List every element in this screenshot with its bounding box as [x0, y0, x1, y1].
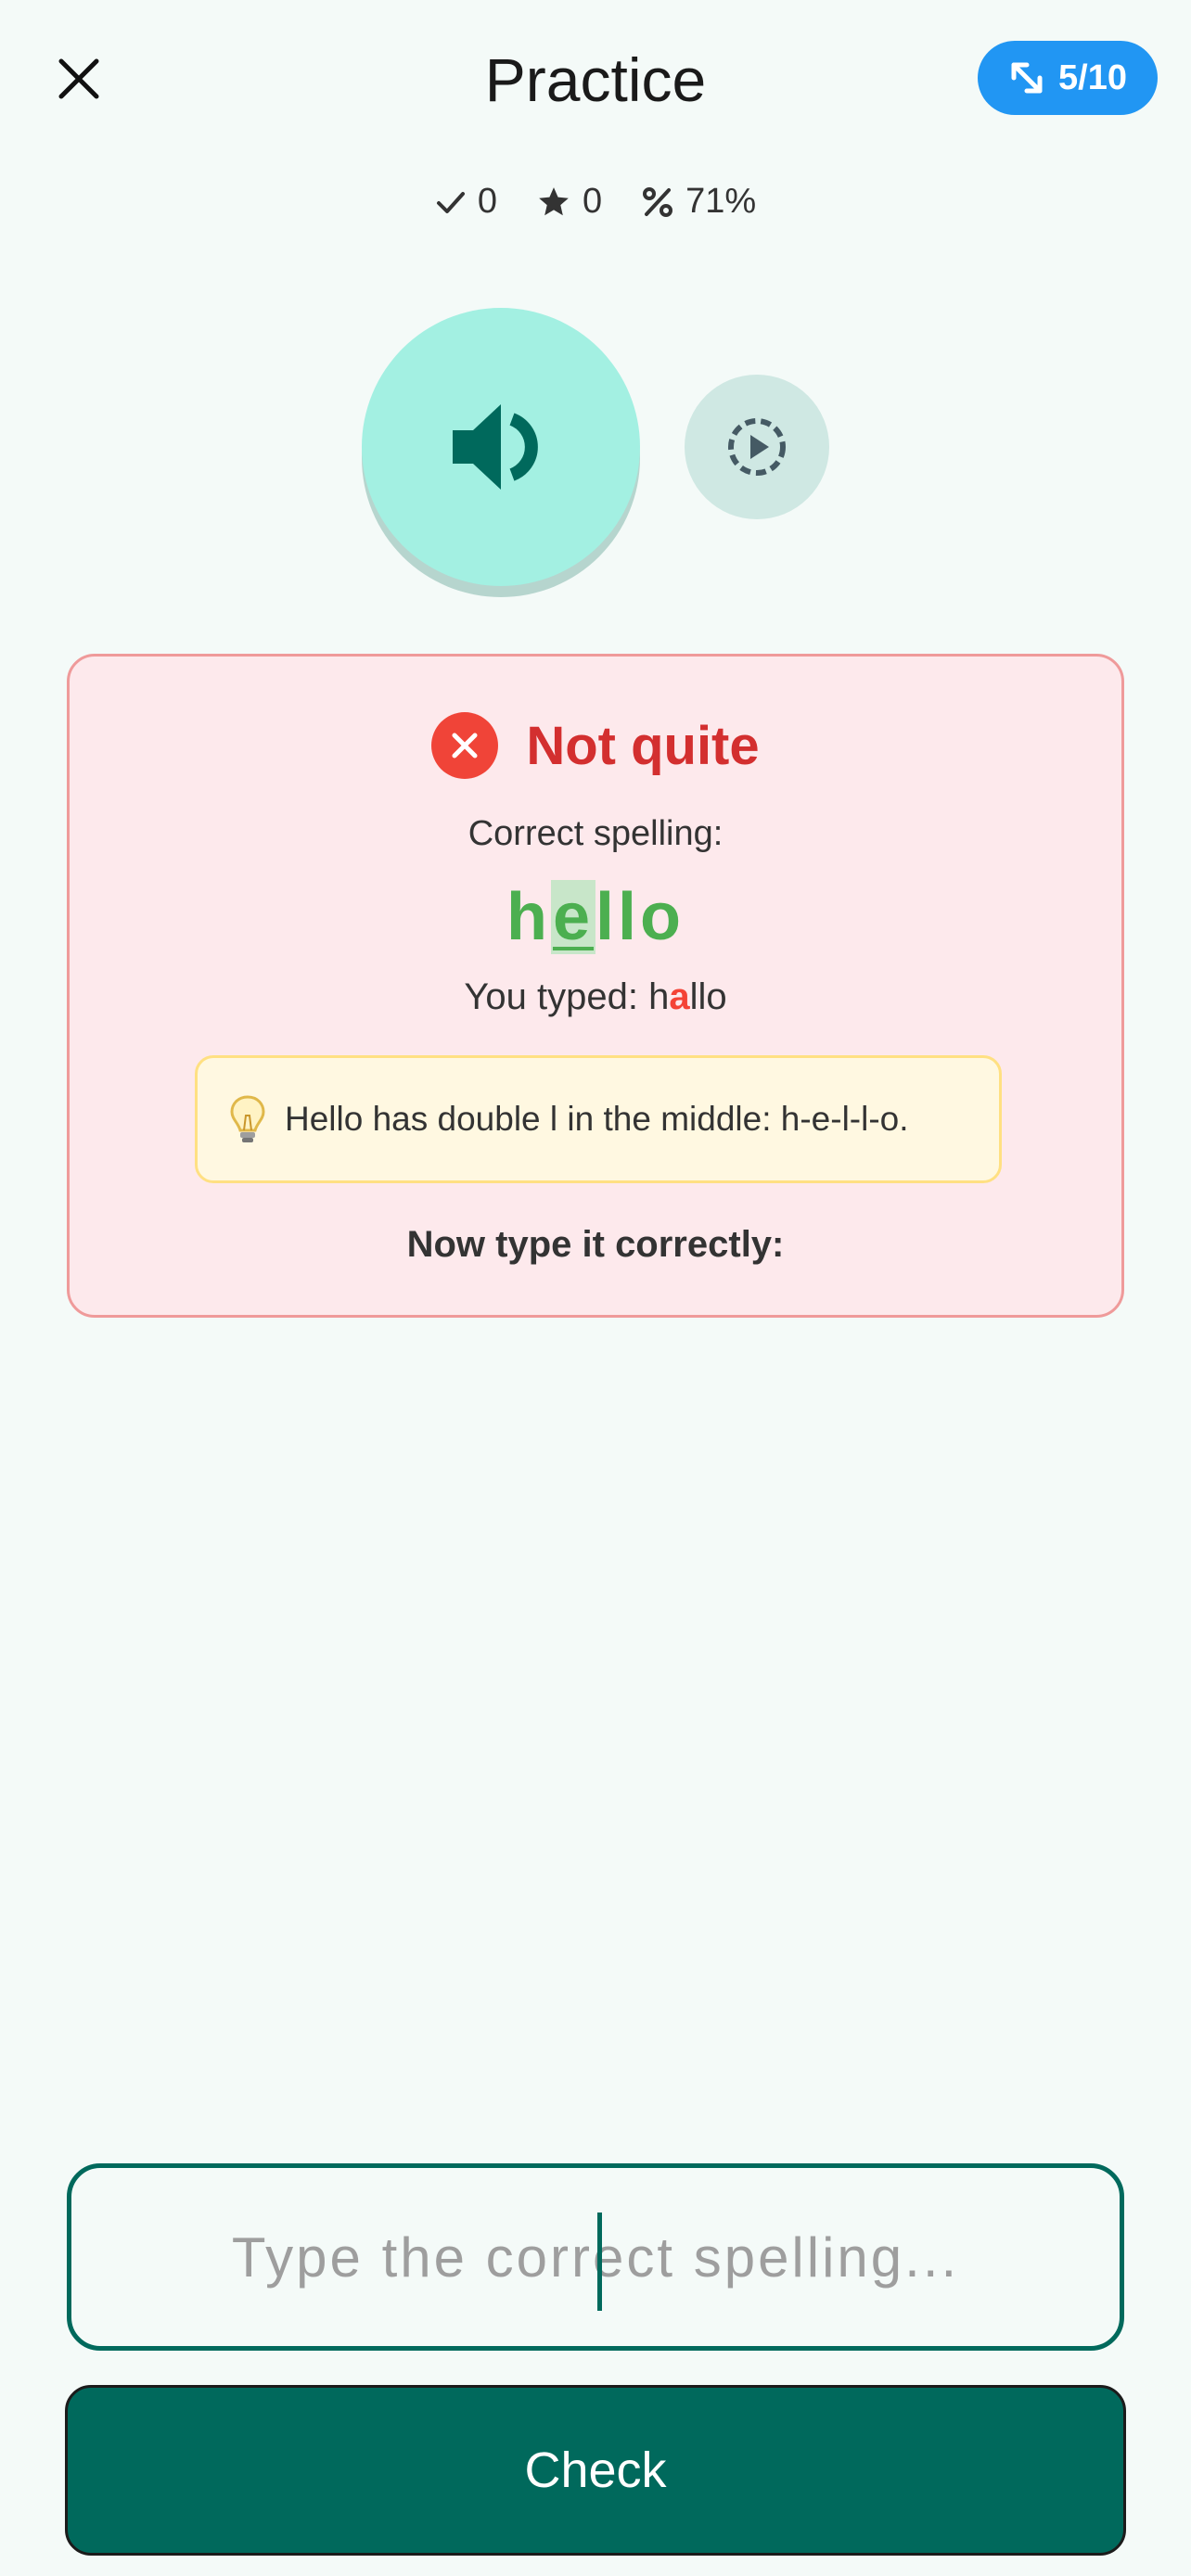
- correct-word: hello: [70, 879, 1121, 955]
- retype-prompt: Now type it correctly:: [406, 1224, 785, 1265]
- typed-wrong-letter: a: [669, 976, 690, 1017]
- slow-play-icon: [728, 418, 786, 476]
- feedback-header: Not quite: [70, 712, 1121, 779]
- progress-count: 5/10: [1058, 57, 1127, 97]
- correct-word-highlight: e: [550, 880, 596, 954]
- typed-label: You typed:: [464, 976, 638, 1017]
- stats-row: 0 0 71%: [0, 182, 1191, 222]
- play-audio-button[interactable]: [362, 308, 640, 586]
- correct-spelling-label: Correct spelling:: [467, 814, 724, 853]
- text-cursor: [597, 2213, 602, 2311]
- correct-count: 0: [477, 182, 497, 221]
- hint-text: Hello has double l in the middle: h-e-l-…: [285, 1100, 909, 1138]
- practice-screen: Practice 5/10 0 0 71% Not quite Correct …: [0, 0, 1191, 2576]
- star-icon: [539, 186, 569, 215]
- percent-icon: [643, 186, 673, 217]
- check-icon: [436, 191, 465, 213]
- typed-answer: You typed: hallo: [70, 976, 1121, 1018]
- error-icon: [431, 712, 499, 779]
- accuracy-stat: 71%: [641, 182, 756, 222]
- expand-arrows-icon: [1011, 62, 1043, 94]
- play-slow-button[interactable]: [685, 375, 829, 519]
- typed-after: llo: [689, 976, 727, 1017]
- typed-before: h: [648, 976, 670, 1017]
- correct-stat: 0: [435, 182, 497, 222]
- accuracy-value: 71%: [685, 182, 757, 221]
- stars-stat: 0: [536, 182, 602, 222]
- answer-input[interactable]: [71, 2168, 1120, 2346]
- stars-count: 0: [582, 182, 603, 221]
- progress-badge: 5/10: [978, 41, 1158, 115]
- hint-box: Hello has double l in the middle: h-e-l-…: [195, 1055, 1002, 1183]
- answer-field[interactable]: [67, 2163, 1124, 2351]
- feedback-card: Not quite Correct spelling: hello You ty…: [67, 654, 1124, 1318]
- lightbulb-icon: [230, 1095, 265, 1142]
- speaker-icon: [453, 404, 538, 490]
- correct-word-before: h: [506, 880, 551, 954]
- feedback-title: Not quite: [526, 715, 760, 776]
- correct-word-after: llo: [596, 880, 685, 954]
- check-button[interactable]: Check: [65, 2385, 1126, 2556]
